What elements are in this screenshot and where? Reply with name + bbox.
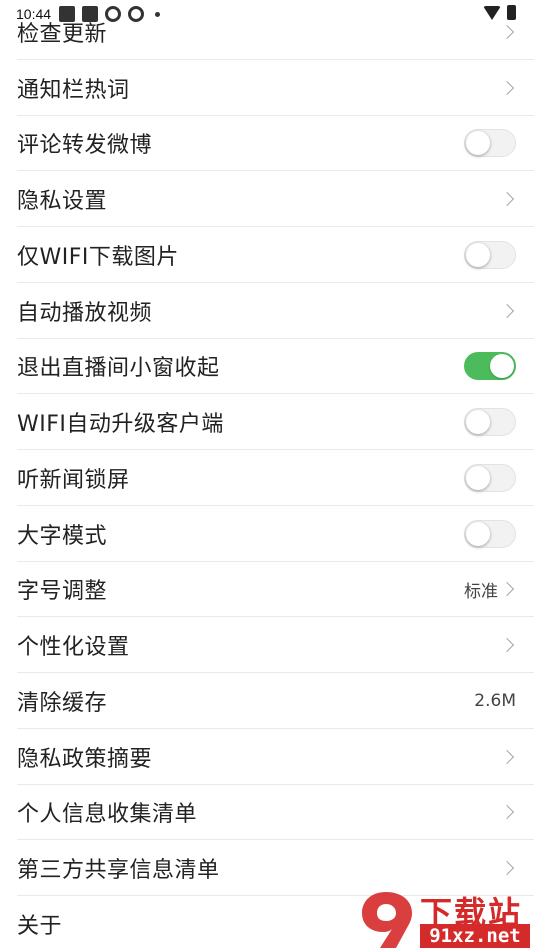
settings-row[interactable]: 隐私设置 — [0, 171, 534, 227]
settings-row: 大字模式 — [0, 506, 534, 562]
settings-row-label: 个性化设置 — [17, 635, 130, 661]
settings-row-control — [464, 240, 516, 269]
settings-row-label: 隐私设置 — [17, 189, 108, 215]
chevron-right-icon — [499, 80, 515, 95]
settings-row: WIFI自动升级客户端 — [0, 394, 534, 450]
watermark-logo: 下载站 91xz.net — [356, 888, 532, 950]
toggle-knob — [466, 521, 490, 546]
toggle-knob — [466, 410, 490, 435]
settings-list: 检查更新 通知栏热词 评论转发微博 隐私设置 仅WIFI下载图片 自动播放视频 退出直播间小… — [0, 4, 534, 950]
toggle-knob — [490, 354, 514, 379]
chevron-right-icon — [499, 861, 515, 876]
settings-row-label: WIFI自动升级客户端 — [17, 412, 224, 438]
settings-row-control: 2.6M — [474, 691, 516, 711]
settings-row-label: 隐私政策摘要 — [17, 746, 153, 772]
settings-row[interactable]: 个性化设置 — [0, 617, 534, 673]
settings-row-label: 听新闻锁屏 — [17, 467, 130, 493]
settings-row[interactable]: 字号调整 标准 — [0, 562, 534, 618]
toggle-switch[interactable] — [464, 352, 516, 381]
settings-row-label: 关于 — [17, 913, 63, 939]
settings-row-control — [499, 24, 516, 39]
toggle-switch[interactable] — [464, 240, 516, 269]
status-time: 10:44 — [16, 6, 52, 22]
settings-row-control — [499, 80, 516, 95]
system-icons — [483, 5, 516, 20]
settings-row-label: 评论转发微博 — [17, 133, 153, 159]
chevron-right-icon — [499, 303, 515, 318]
settings-row-label: 仅WIFI下载图片 — [17, 244, 179, 270]
settings-row[interactable]: 自动播放视频 — [0, 283, 534, 339]
toggle-switch[interactable] — [464, 519, 516, 548]
settings-row-value: 2.6M — [474, 690, 516, 711]
toggle-switch[interactable] — [464, 129, 516, 158]
settings-row-value: 标准 — [464, 581, 498, 602]
settings-row: 退出直播间小窗收起 — [0, 339, 534, 395]
sync-icon — [105, 6, 122, 22]
settings-row-label: 第三方共享信息清单 — [17, 858, 220, 884]
settings-row-control — [464, 352, 516, 381]
settings-row-control — [464, 519, 516, 548]
settings-row: 听新闻锁屏 — [0, 450, 534, 506]
settings-row-label: 清除缓存 — [17, 690, 108, 716]
settings-row: 评论转发微博 — [0, 116, 534, 172]
settings-row: 仅WIFI下载图片 — [0, 227, 534, 283]
toggle-knob — [466, 465, 490, 490]
settings-row[interactable]: 隐私政策摘要 — [0, 729, 534, 785]
settings-row[interactable]: 个人信息收集清单 — [0, 785, 534, 841]
settings-row-label: 个人信息收集清单 — [17, 802, 198, 828]
settings-row-control — [464, 408, 516, 437]
settings-row-control — [499, 303, 516, 318]
image-notification-icon — [82, 6, 99, 22]
status-bar: 10:44 — [0, 0, 534, 28]
watermark-nine-icon — [362, 892, 412, 948]
settings-row-control — [464, 129, 516, 158]
settings-row-label: 大字模式 — [17, 523, 108, 549]
settings-row-label: 退出直播间小窗收起 — [17, 356, 220, 382]
settings-row-control — [499, 192, 516, 207]
chevron-right-icon — [499, 582, 515, 597]
toggle-switch[interactable] — [464, 408, 516, 437]
settings-row-control: 标准 — [464, 577, 516, 602]
settings-row-control — [499, 805, 516, 820]
settings-row-label: 通知栏热词 — [17, 77, 130, 103]
chevron-right-icon — [499, 638, 515, 653]
toggle-switch[interactable] — [464, 463, 516, 492]
toggle-knob — [466, 131, 490, 156]
settings-row-control — [499, 861, 516, 876]
battery-icon — [507, 5, 516, 20]
settings-row-control — [499, 749, 516, 764]
settings-row-control — [464, 463, 516, 492]
settings-row[interactable]: 清除缓存 2.6M — [0, 673, 534, 729]
wifi-icon — [483, 5, 501, 20]
settings-row-control — [499, 638, 516, 653]
chevron-right-icon — [499, 805, 515, 820]
chevron-right-icon — [499, 192, 515, 207]
settings-row-label: 自动播放视频 — [17, 300, 153, 326]
more-notifications-icon — [155, 11, 161, 17]
notification-icons — [59, 6, 161, 22]
settings-row-label: 字号调整 — [17, 579, 108, 605]
toggle-knob — [466, 242, 490, 267]
watermark-bottom-text: 91xz.net — [420, 924, 530, 948]
sync-icon — [128, 6, 145, 22]
settings-row[interactable]: 通知栏热词 — [0, 60, 534, 116]
chevron-right-icon — [499, 749, 515, 764]
app-notification-icon — [59, 6, 76, 22]
